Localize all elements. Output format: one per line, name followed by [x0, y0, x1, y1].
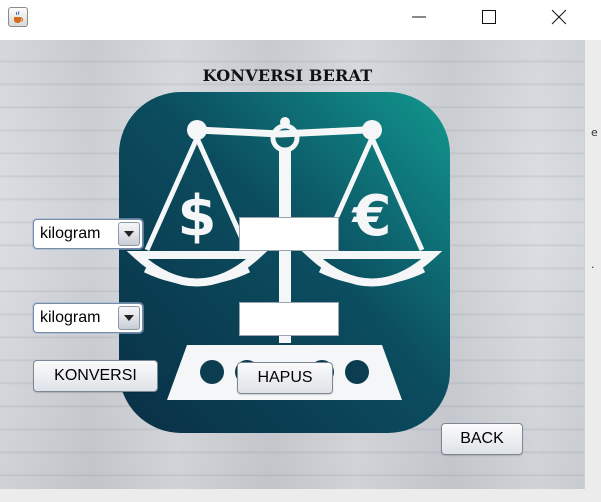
clear-button[interactable]: HAPUS [237, 362, 333, 394]
to-unit-dropdown[interactable]: kilogram [33, 303, 143, 333]
input-value-field[interactable] [239, 217, 339, 251]
page-title: KONVERSI BERAT [202, 66, 373, 85]
minimize-button[interactable] [396, 0, 442, 34]
from-unit-arrow-button[interactable] [118, 222, 140, 246]
side-glyph-top: e [591, 126, 598, 139]
maximize-button[interactable] [466, 0, 512, 34]
content-panel: $ € KONVERSI BERAT kilogram kilogram KON… [0, 40, 584, 489]
svg-text:€: € [351, 184, 392, 249]
maximize-icon [482, 10, 496, 24]
side-glyph-bottom: . [591, 258, 595, 271]
from-unit-value: kilogram [40, 225, 101, 242]
back-button[interactable]: BACK [441, 423, 523, 455]
triangle-down-icon [124, 230, 134, 237]
window-titlebar [0, 0, 601, 40]
output-value-field[interactable] [239, 302, 339, 336]
from-unit-dropdown[interactable]: kilogram [33, 219, 143, 249]
convert-button[interactable]: KONVERSI [33, 360, 158, 392]
svg-text:$: $ [178, 184, 217, 249]
to-unit-arrow-button[interactable] [118, 306, 140, 330]
close-icon [551, 9, 567, 25]
triangle-down-icon [124, 314, 134, 321]
close-button[interactable] [536, 0, 582, 34]
minimize-icon [412, 16, 426, 18]
bottom-strip [0, 489, 601, 502]
side-strip: e . [584, 40, 601, 489]
to-unit-value: kilogram [40, 309, 101, 326]
java-cup-icon[interactable] [8, 7, 28, 27]
